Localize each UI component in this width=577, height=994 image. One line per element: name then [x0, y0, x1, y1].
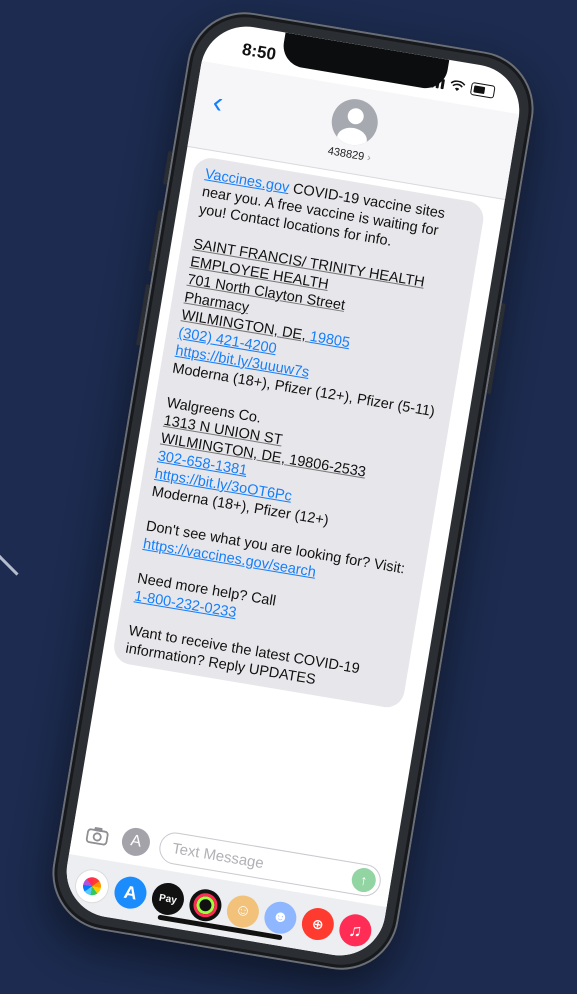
apple-pay-app-icon[interactable]: Pay	[149, 880, 187, 918]
app-store-icon[interactable]: A	[119, 825, 153, 859]
message-text: COVID-19 vaccine sites near you. A free …	[197, 180, 447, 250]
images-search-app-icon[interactable]: ⊕	[299, 905, 337, 943]
back-chevron-icon[interactable]: ‹	[210, 86, 225, 120]
music-app-icon[interactable]: ♫	[336, 911, 374, 949]
power-button	[486, 302, 506, 395]
volume-down-button	[135, 283, 151, 346]
message-paragraph: Walgreens Co. 1313 N UNION ST WILMINGTON, …	[150, 394, 434, 545]
app-store-app-icon[interactable]: A	[112, 874, 149, 912]
send-button[interactable]: ↑	[349, 866, 378, 894]
wifi-icon	[450, 80, 466, 92]
activity-app-icon[interactable]	[187, 886, 224, 924]
decorative-chevron	[0, 554, 19, 593]
photos-app-icon[interactable]	[72, 866, 112, 906]
volume-up-button	[148, 209, 163, 272]
battery-icon	[469, 81, 496, 99]
iphone-device: 8:50 ‹ 438829 › Vaccines.gov COVID-19 va…	[43, 3, 543, 979]
mute-switch	[162, 150, 173, 185]
phone-screen: 8:50 ‹ 438829 › Vaccines.gov COVID-19 va…	[59, 19, 527, 963]
message-thread[interactable]: Vaccines.gov COVID-19 vaccine sites near…	[77, 146, 505, 860]
received-message-bubble[interactable]: Vaccines.gov COVID-19 vaccine sites near…	[111, 155, 487, 710]
status-time: 8:50	[240, 39, 278, 65]
contact-avatar[interactable]	[328, 95, 382, 149]
camera-icon[interactable]	[80, 818, 115, 853]
memoji-app-icon[interactable]: ☺	[224, 893, 262, 930]
memoji-stickers-app-icon[interactable]: ☻	[261, 899, 299, 937]
message-paragraph: SAINT FRANCIS/ TRINITY HEALTH EMPLOYEE HE…	[171, 235, 461, 422]
chevron-right-icon: ›	[366, 151, 372, 165]
